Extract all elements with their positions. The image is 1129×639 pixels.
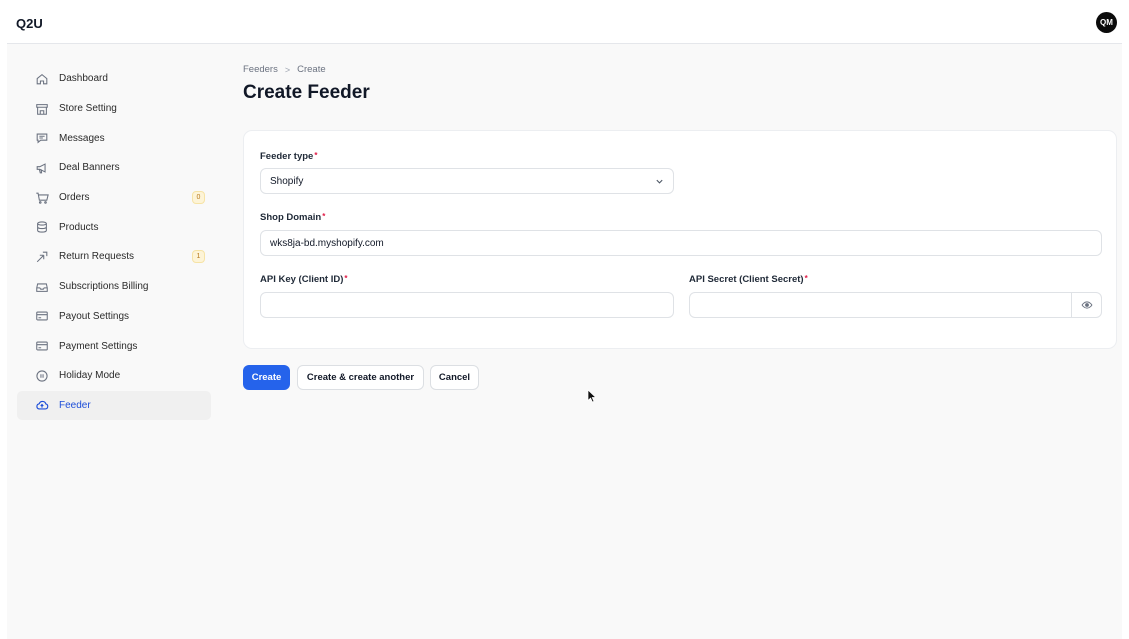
sidebar-item-label: Dashboard	[59, 73, 108, 85]
sidebar-item-label: Orders	[59, 192, 90, 204]
sidebar-item-label: Return Requests	[59, 251, 135, 263]
required-mark: *	[804, 274, 808, 283]
sidebar-item-subscriptions-billing[interactable]: Subscriptions Billing	[17, 272, 211, 302]
brand-logo[interactable]: Q2U	[16, 16, 43, 31]
user-avatar[interactable]: QM	[1096, 12, 1117, 33]
sidebar-item-label: Payout Settings	[59, 310, 130, 322]
sidebar-item-feeder[interactable]: Feeder	[17, 390, 211, 421]
create-button[interactable]: Create	[243, 365, 290, 390]
orders-count-badge: 0	[192, 190, 205, 204]
sidebar-item-store-setting[interactable]: Store Setting	[17, 94, 211, 124]
megaphone-icon	[35, 161, 49, 175]
api-key-label-text: API Key (Client ID)	[260, 274, 344, 285]
feeder-type-value: Shopify	[270, 175, 304, 187]
credit-card-icon	[35, 309, 49, 323]
page-title: Create Feeder	[243, 82, 370, 103]
feeder-type-label-text: Feeder type	[260, 151, 314, 162]
eye-icon	[1081, 301, 1092, 309]
api-secret-input[interactable]	[689, 292, 1102, 318]
required-mark: *	[314, 151, 318, 160]
sidebar-item-dashboard[interactable]: Dashboard	[17, 64, 211, 94]
sidebar-item-label: Subscriptions Billing	[59, 281, 149, 293]
toggle-secret-visibility-button[interactable]	[1071, 293, 1101, 317]
breadcrumb-current: Create	[297, 64, 326, 75]
sidebar-item-label: Products	[59, 221, 99, 233]
shop-domain-input[interactable]: wks8ja-bd.myshopify.com	[260, 230, 1102, 256]
cart-icon	[35, 191, 49, 205]
sidebar-item-products[interactable]: Products	[17, 212, 211, 242]
sidebar-item-label: Feeder	[59, 399, 91, 411]
chat-icon	[35, 131, 49, 145]
sidebar-item-messages[interactable]: Messages	[17, 123, 211, 153]
sidebar-item-label: Messages	[59, 132, 105, 144]
shop-domain-value: wks8ja-bd.myshopify.com	[270, 237, 384, 249]
api-secret-label-text: API Secret (Client Secret)	[689, 274, 804, 285]
sidebar-item-deal-banners[interactable]: Deal Banners	[17, 153, 211, 183]
credit-card-icon	[35, 339, 49, 353]
sidebar-item-label: Deal Banners	[59, 162, 120, 174]
sidebar-item-return-requests[interactable]: Return Requests 1	[17, 242, 211, 272]
required-mark: *	[344, 274, 348, 283]
chevron-down-icon	[656, 179, 663, 184]
home-icon	[35, 72, 49, 86]
shop-domain-label-text: Shop Domain	[260, 212, 322, 223]
shop-domain-label: Shop Domain*	[260, 212, 325, 223]
cancel-button[interactable]: Cancel	[430, 365, 479, 390]
inbox-icon	[35, 280, 49, 294]
sidebar-item-payout-settings[interactable]: Payout Settings	[17, 302, 211, 332]
sidebar-item-holiday-mode[interactable]: Holiday Mode	[17, 361, 211, 391]
api-key-input[interactable]	[260, 292, 674, 318]
required-mark: *	[322, 212, 326, 221]
cloud-upload-icon	[35, 398, 49, 412]
create-and-create-another-button[interactable]: Create & create another	[297, 365, 424, 390]
feeder-form-card: Feeder type* Shopify Shop Domain* wks8ja…	[243, 130, 1117, 349]
sidebar: Dashboard Store Setting Messages Deal Ba…	[7, 64, 217, 421]
database-icon	[35, 220, 49, 234]
breadcrumb: Feeders > Create	[243, 64, 370, 75]
feeder-type-label: Feeder type*	[260, 151, 317, 162]
feeder-type-select[interactable]: Shopify	[260, 168, 674, 194]
top-bar: Q2U QM	[7, 7, 1122, 44]
return-arrow-icon	[35, 250, 49, 264]
breadcrumb-separator: >	[284, 64, 291, 75]
app-frame: Q2U QM Dashboard Store Setting Messages	[7, 7, 1122, 639]
sidebar-item-payment-settings[interactable]: Payment Settings	[17, 331, 211, 361]
mouse-cursor-icon	[587, 389, 597, 403]
api-key-label: API Key (Client ID)*	[260, 274, 348, 285]
main-content: Feeders > Create Create Feeder	[243, 64, 370, 104]
pause-circle-icon	[35, 369, 49, 383]
sidebar-item-label: Store Setting	[59, 103, 117, 115]
return-requests-count-badge: 1	[192, 250, 205, 264]
sidebar-item-orders[interactable]: Orders 0	[17, 183, 211, 213]
sidebar-item-label: Holiday Mode	[59, 370, 121, 382]
sidebar-item-label: Payment Settings	[59, 340, 138, 352]
api-secret-label: API Secret (Client Secret)*	[689, 274, 808, 285]
breadcrumb-feeders-link[interactable]: Feeders	[243, 64, 278, 75]
store-icon	[35, 102, 49, 116]
